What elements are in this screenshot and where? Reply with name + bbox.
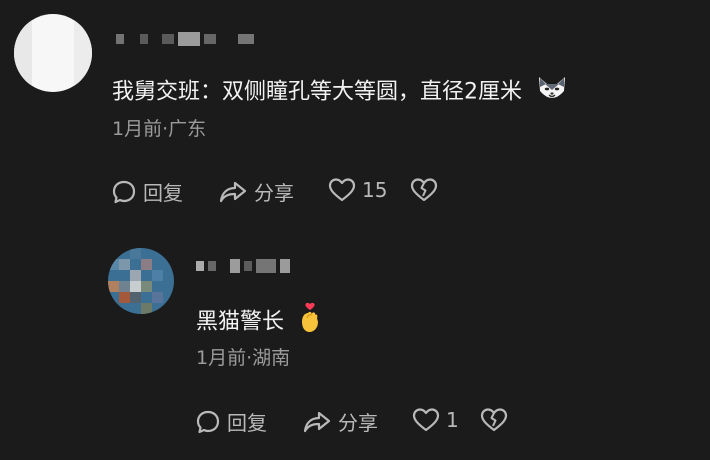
like-button[interactable]: 1 — [412, 407, 459, 433]
comment-text-row: 我舅交班：双侧瞳孔等大等圆，直径2厘米 — [112, 73, 569, 112]
reply-button[interactable]: 回复 — [111, 177, 183, 206]
broken-heart-icon — [410, 177, 438, 203]
like-count: 1 — [446, 408, 459, 432]
wolf-emoji-icon — [535, 73, 569, 112]
comment-meta: 1月前·广东 — [112, 116, 206, 142]
location: 湖南 — [252, 347, 291, 369]
share-arrow-icon — [302, 409, 332, 435]
location: 广东 — [168, 118, 207, 140]
chat-bubble-icon — [195, 409, 221, 435]
reply-label: 回复 — [143, 181, 183, 205]
comment-text: 黑猫警长 — [196, 309, 285, 335]
heart-icon — [328, 177, 356, 203]
username-blurred[interactable] — [196, 259, 290, 273]
chat-bubble-icon — [111, 179, 137, 205]
share-label: 分享 — [338, 411, 378, 435]
share-button[interactable]: 分享 — [302, 407, 378, 436]
broken-heart-icon — [480, 407, 508, 433]
share-button[interactable]: 分享 — [218, 177, 294, 206]
comment-meta: 1月前·湖南 — [196, 345, 290, 371]
share-label: 分享 — [254, 181, 294, 205]
reply-label: 回复 — [227, 411, 267, 435]
avatar[interactable] — [108, 248, 174, 314]
like-button[interactable]: 15 — [328, 177, 387, 203]
timestamp: 1月前 — [112, 118, 163, 140]
dislike-button[interactable] — [410, 177, 438, 203]
finger-heart-icon — [297, 302, 323, 343]
dislike-button[interactable] — [480, 407, 508, 433]
share-arrow-icon — [218, 179, 248, 205]
comment-text: 我舅交班：双侧瞳孔等大等圆，直径2厘米 — [112, 79, 522, 105]
username-blurred[interactable] — [116, 32, 254, 46]
timestamp: 1月前 — [196, 347, 247, 369]
like-count: 15 — [362, 178, 388, 202]
comment-text-row: 黑猫警长 — [196, 302, 323, 343]
avatar[interactable] — [14, 14, 92, 92]
reply-button[interactable]: 回复 — [195, 407, 267, 436]
heart-icon — [412, 407, 440, 433]
